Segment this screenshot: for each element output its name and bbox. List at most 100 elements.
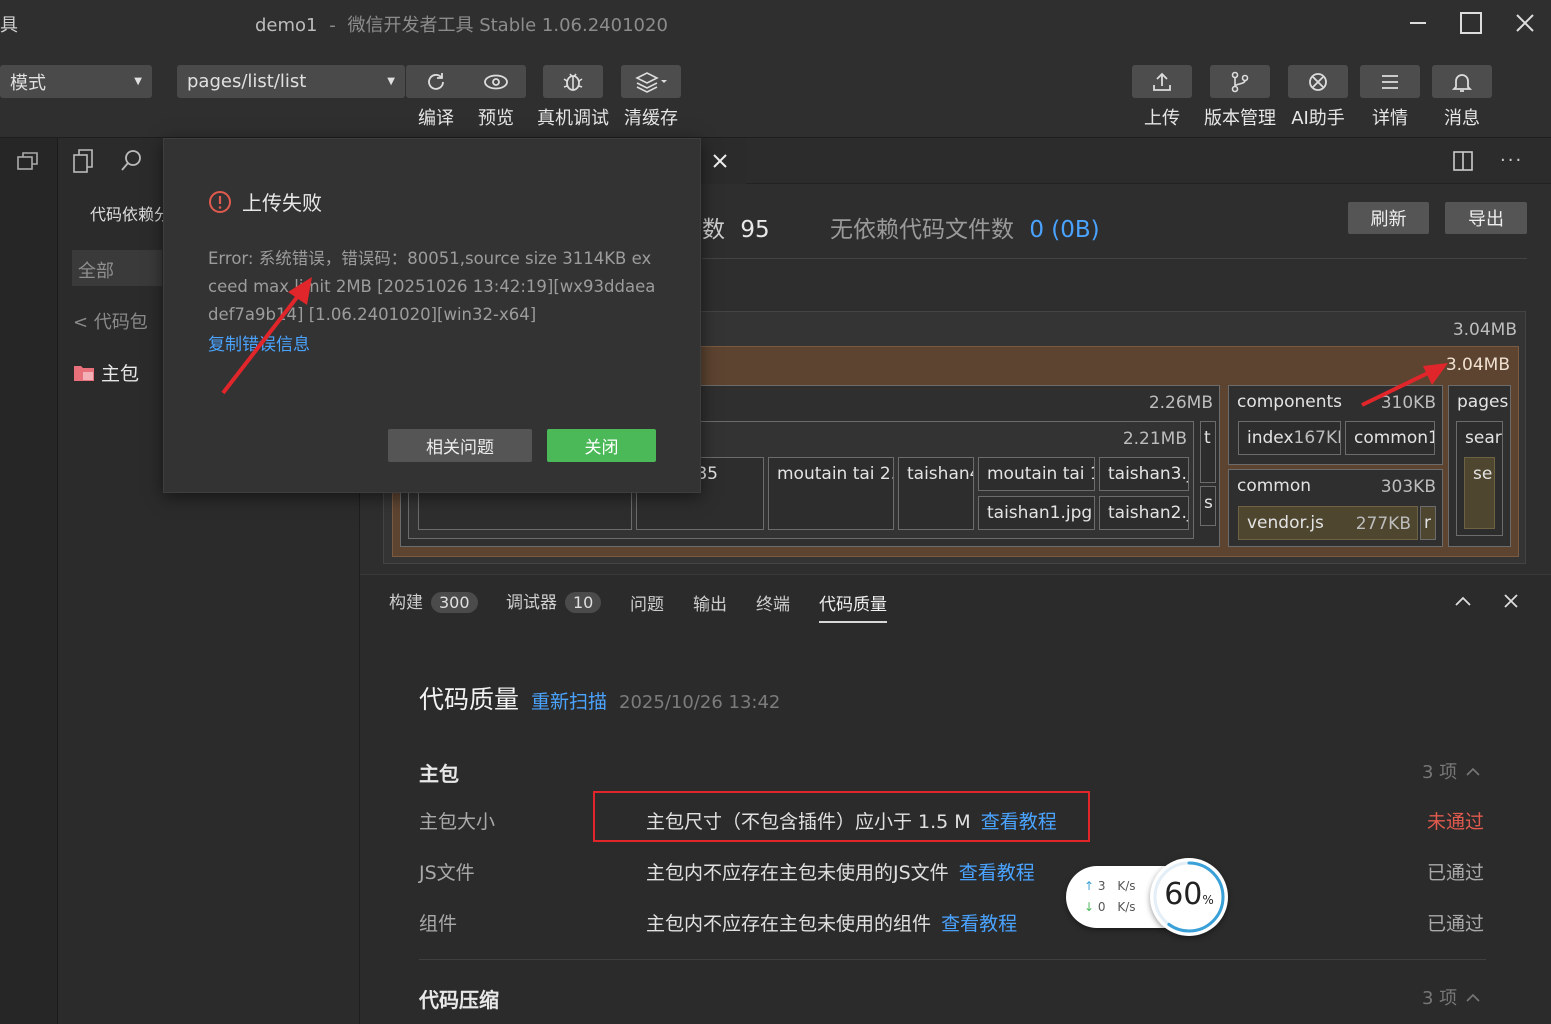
treemap-vendor-file[interactable]: vendor.js 277KB	[1238, 506, 1418, 540]
treemap-image-file[interactable]: taishan1.jpg1	[978, 496, 1095, 530]
app-name: 微信开发者工具 Stable 1.06.2401020	[347, 15, 668, 36]
copy-icon[interactable]	[72, 148, 94, 178]
treemap-search-file[interactable]: se	[1464, 457, 1495, 529]
tab-build[interactable]: 构建 300	[389, 588, 478, 613]
tab-terminal[interactable]: 终端	[756, 590, 790, 615]
activity-rail	[0, 138, 58, 1024]
chevron-up-icon[interactable]	[1454, 592, 1472, 611]
memory-gauge[interactable]: 60%	[1150, 858, 1228, 936]
preview-label: 预览	[478, 108, 514, 129]
ai-icon	[1309, 72, 1327, 91]
treemap-components-size: 310KB	[1380, 393, 1436, 413]
version-button[interactable]	[1210, 65, 1270, 98]
device-debug-button[interactable]	[543, 65, 603, 98]
tutorial-link[interactable]: 查看教程	[959, 862, 1035, 884]
compile-button[interactable]	[406, 65, 466, 98]
preview-button[interactable]	[466, 65, 526, 98]
eye-icon	[484, 74, 508, 89]
treemap-small-folder[interactable]: t	[1200, 421, 1216, 483]
treemap-small-file[interactable]: r	[1420, 506, 1436, 540]
copy-error-link[interactable]: 复制错误信息	[208, 330, 310, 355]
more-icon[interactable]: ···	[1500, 150, 1523, 171]
page-select[interactable]: pages/list/list ▼	[177, 65, 405, 98]
treemap-index-file[interactable]: index167KB	[1238, 421, 1341, 455]
treemap-file-label: taishan4	[907, 464, 974, 484]
tab-output[interactable]: 输出	[693, 590, 727, 615]
tab-code-quality[interactable]: 代码质量	[819, 590, 887, 623]
close-window-button[interactable]	[1505, 3, 1545, 43]
arrow-down-icon: ↓	[1084, 900, 1095, 914]
sidebar-item-main-package[interactable]: 主包	[73, 359, 139, 386]
details-button[interactable]	[1360, 65, 1420, 98]
file-count-value: 95	[740, 217, 770, 243]
upload-speed: ↑ 3 K/s	[1084, 879, 1136, 893]
annotation-highlight-box	[593, 791, 1090, 842]
divider	[360, 574, 1551, 575]
refresh-icon	[428, 72, 444, 90]
treemap-image-file[interactable]: taishan4	[898, 457, 974, 530]
upload-button[interactable]	[1132, 65, 1192, 98]
arrow-up-icon: ↑	[1084, 879, 1095, 893]
close-panel-icon[interactable]	[1503, 593, 1519, 613]
close-dialog-button[interactable]: 关闭	[547, 429, 656, 462]
refresh-button[interactable]: 刷新	[1348, 202, 1429, 234]
unused-files-value[interactable]: 0 (0B)	[1029, 217, 1099, 243]
close-icon	[1516, 14, 1534, 32]
section-main-toggle[interactable]: 3 项	[1422, 758, 1481, 784]
section-code-compression: 代码压缩	[419, 988, 499, 1012]
filter-value: 全部	[78, 261, 114, 282]
treemap-image-file[interactable]: taishan2.jp	[1099, 496, 1189, 530]
filter-select[interactable]: 全部	[72, 250, 162, 286]
treemap-image-file[interactable]: moutain tai 1.	[978, 457, 1095, 491]
upload-label: 上传	[1144, 108, 1180, 129]
treemap-file-label: taishan2.jp	[1108, 503, 1188, 523]
minimize-button[interactable]	[1398, 3, 1438, 43]
tab-label: 构建	[389, 593, 423, 613]
treemap-file-label: t	[1204, 428, 1211, 448]
scan-time: 2025/10/26 13:42	[619, 692, 781, 713]
treemap-file-label: taishan3.jp	[1108, 464, 1188, 484]
treemap-common1-file[interactable]: common1	[1345, 421, 1435, 455]
title-separator: -	[329, 15, 336, 36]
treemap-common-size: 303KB	[1380, 477, 1436, 497]
download-speed-value: 0	[1097, 900, 1106, 914]
bell-icon	[1452, 73, 1472, 92]
project-name: demo1	[255, 15, 318, 36]
back-to-packages[interactable]: < 代码包	[73, 308, 148, 334]
treemap-image-file[interactable]: moutain tai 2.jp	[768, 457, 894, 530]
treemap-image-file[interactable]: taishan3.jp	[1099, 457, 1189, 491]
search-icon[interactable]	[120, 148, 144, 176]
clear-cache-button[interactable]	[621, 65, 681, 98]
chevron-up-icon	[1466, 767, 1480, 776]
sidebar-item-label: 主包	[101, 363, 140, 385]
chevron-up-icon	[1466, 993, 1480, 1002]
maximize-button[interactable]	[1451, 3, 1491, 43]
rescan-link[interactable]: 重新扫描	[531, 687, 607, 714]
section-compression-toggle[interactable]: 3 项	[1422, 984, 1481, 1010]
treemap-file-label: moutain tai 1.	[987, 464, 1095, 484]
status-badge: 未通过	[1427, 811, 1485, 833]
treemap-file-label: components	[1237, 392, 1343, 412]
section-count: 3 项	[1422, 762, 1458, 783]
tab-debugger[interactable]: 调试器 10	[506, 588, 602, 613]
ai-button[interactable]	[1288, 65, 1348, 98]
tutorial-link[interactable]: 查看教程	[941, 913, 1017, 935]
treemap-file-label: se	[1473, 464, 1493, 484]
gauge-percent: 60	[1164, 877, 1203, 912]
file-count-label: 数	[702, 217, 725, 243]
treemap-small-folder[interactable]: s	[1200, 486, 1216, 526]
status-badge: 已通过	[1427, 913, 1485, 935]
mode-select[interactable]: 模式 ▼	[0, 65, 152, 98]
device-debug-label: 真机调试	[537, 108, 609, 129]
export-button[interactable]: 导出	[1445, 202, 1527, 234]
related-questions-button[interactable]: 相关问题	[388, 429, 532, 462]
menu-icon	[1382, 74, 1398, 89]
unused-files-stat: 无依赖代码文件数 0 (0B)	[830, 210, 1100, 244]
treemap-file-label: moutain tai 2.jp	[777, 464, 893, 484]
split-editor-icon[interactable]	[1453, 151, 1473, 175]
window-icon[interactable]	[16, 150, 40, 176]
app-title-clipped: 具	[0, 15, 18, 36]
messages-button[interactable]	[1432, 65, 1492, 98]
tab-problems[interactable]: 问题	[630, 590, 664, 615]
divider	[419, 959, 1486, 960]
